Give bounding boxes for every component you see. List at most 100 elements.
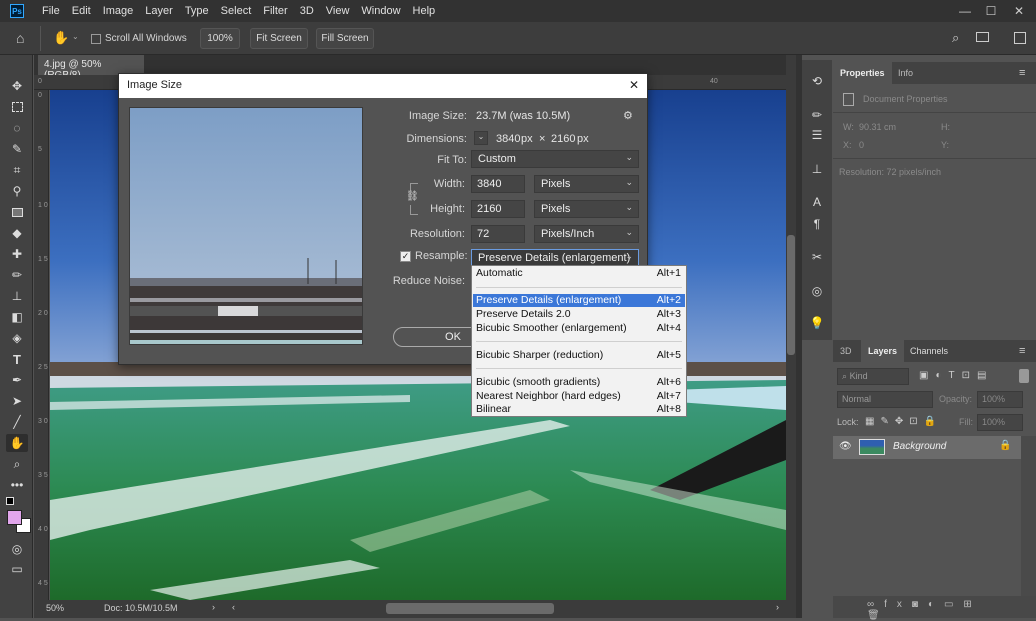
gear-icon[interactable]: ⚙	[623, 109, 633, 122]
hand-tool-icon[interactable]: ✋	[6, 434, 28, 452]
paragraph-icon[interactable]: ¶	[806, 215, 828, 233]
tab-properties[interactable]: Properties	[833, 62, 892, 84]
menu-edit[interactable]: Edit	[66, 5, 97, 17]
share-icon[interactable]	[1014, 32, 1026, 44]
scroll-thumb[interactable]	[787, 235, 795, 355]
brush-settings-icon[interactable]: ✏	[806, 106, 828, 124]
type-tool-icon[interactable]: T	[6, 350, 28, 368]
quick-mask-icon[interactable]: ◎	[6, 540, 28, 558]
width-unit-select[interactable]: Pixels ⌄	[534, 175, 639, 193]
minimize-icon[interactable]: —	[954, 0, 976, 22]
document-tab[interactable]: 4.jpg @ 50% (RGB/8)	[38, 55, 144, 81]
resolution-unit-select[interactable]: Pixels/Inch ⌄	[534, 225, 639, 243]
chevron-right-icon[interactable]: ›	[776, 602, 779, 612]
close-icon[interactable]: ✕	[629, 78, 639, 92]
chevron-down-icon[interactable]: ⌄	[72, 32, 79, 41]
line-tool-icon[interactable]: ╱	[6, 413, 28, 431]
clone-source-icon[interactable]: ⊥	[806, 160, 828, 178]
resample-option-preserve-details[interactable]: Preserve Details (enlargement) Alt+2	[473, 294, 685, 307]
pen-tool-icon[interactable]: ✒	[6, 371, 28, 389]
scroll-all-windows-checkbox[interactable]	[91, 33, 101, 45]
vertical-scrollbar[interactable]	[786, 55, 796, 600]
layer-name[interactable]: Background	[893, 441, 946, 452]
marquee-tool-icon[interactable]	[6, 98, 28, 116]
glyphs-icon[interactable]: ◎	[806, 282, 828, 300]
workspace-icon[interactable]	[976, 32, 989, 42]
stamp-tool-icon[interactable]: ⊥	[6, 287, 28, 305]
blend-mode-select[interactable]: Normal	[837, 391, 933, 408]
lock-icons[interactable]: ▦✎✥⊡🔒	[865, 416, 942, 427]
resample-option-automatic[interactable]: Automatic Alt+1	[473, 267, 685, 280]
tab-channels[interactable]: Channels	[903, 340, 955, 362]
resolution-input[interactable]: 72	[471, 225, 525, 243]
character-icon[interactable]: A	[806, 193, 828, 211]
menu-view[interactable]: View	[320, 5, 356, 17]
dodge-tool-icon[interactable]: ◈	[6, 329, 28, 347]
resample-option-bilinear[interactable]: Bilinear Alt+8	[473, 403, 685, 416]
foreground-color-swatch[interactable]	[7, 510, 22, 525]
height-input[interactable]: 2160	[471, 200, 525, 218]
tab-layers[interactable]: Layers	[861, 340, 905, 362]
lasso-tool-icon[interactable]: ◌	[6, 119, 28, 137]
brush-tool-icon[interactable]: ✏	[6, 266, 28, 284]
learn-icon[interactable]: 💡	[806, 314, 828, 332]
history-icon[interactable]: ⟲	[806, 72, 828, 90]
menu-layer[interactable]: Layer	[139, 5, 179, 17]
eye-icon[interactable]: 👁	[839, 441, 852, 452]
layer-filter-icons[interactable]: ▣◐T⊡▤	[919, 370, 993, 381]
crop-tool-icon[interactable]: ⌗	[6, 161, 28, 179]
resample-option-bicubic-sharper[interactable]: Bicubic Sharper (reduction) Alt+5	[473, 349, 685, 362]
resample-option-preserve-details-2[interactable]: Preserve Details 2.0 Alt+3	[473, 308, 685, 321]
layers-scrollbar[interactable]	[1021, 436, 1036, 596]
hand-tool-icon[interactable]: ✋	[53, 30, 69, 46]
opacity-input[interactable]: 100%	[977, 391, 1023, 408]
filter-toggle-icon[interactable]	[1019, 369, 1029, 383]
paint-bucket-icon[interactable]: ◆	[6, 224, 28, 242]
tab-3d[interactable]: 3D	[833, 340, 859, 362]
home-icon[interactable]: ⌂	[16, 30, 24, 46]
screen-mode-icon[interactable]: ▭	[6, 560, 28, 578]
menu-select[interactable]: Select	[215, 5, 258, 17]
layer-row-background[interactable]: 👁 Background 🔒	[833, 436, 1021, 459]
quick-select-tool-icon[interactable]: ✎	[6, 140, 28, 158]
frame-tool-icon[interactable]	[6, 203, 28, 221]
panel-menu-icon[interactable]: ≡	[1019, 67, 1025, 79]
resample-checkbox[interactable]: ✓	[400, 251, 411, 262]
fill-screen-button[interactable]: Fill Screen	[316, 28, 374, 49]
panel-menu-icon[interactable]: ≡	[1019, 345, 1025, 357]
eyedropper-tool-icon[interactable]: ⚲	[6, 182, 28, 200]
fit-screen-button[interactable]: Fit Screen	[250, 28, 308, 49]
chevron-left-icon[interactable]: ‹	[232, 602, 235, 612]
layer-filter-kind[interactable]: ⌕ Kind	[837, 368, 909, 385]
resample-option-bicubic[interactable]: Bicubic (smooth gradients) Alt+6	[473, 376, 685, 389]
resample-option-bicubic-smoother[interactable]: Bicubic Smoother (enlargement) Alt+4	[473, 322, 685, 335]
height-unit-select[interactable]: Pixels ⌄	[534, 200, 639, 218]
search-icon[interactable]: ⌕	[952, 30, 959, 46]
more-tools-icon[interactable]: •••	[6, 476, 28, 494]
zoom-100-button[interactable]: 100%	[200, 28, 240, 49]
menu-filter[interactable]: Filter	[257, 5, 293, 17]
fill-input[interactable]: 100%	[977, 414, 1023, 431]
fit-to-select[interactable]: Custom ⌄	[471, 150, 639, 168]
resample-option-nearest-neighbor[interactable]: Nearest Neighbor (hard edges) Alt+7	[473, 390, 685, 403]
zoom-tool-icon[interactable]: ⌕	[6, 455, 28, 473]
menu-3d[interactable]: 3D	[294, 5, 320, 17]
menu-file[interactable]: File	[36, 5, 66, 17]
tab-info[interactable]: Info	[891, 62, 920, 84]
healing-brush-icon[interactable]: ✚	[6, 245, 28, 263]
menu-image[interactable]: Image	[97, 5, 140, 17]
tool-presets-icon[interactable]: ✂	[806, 248, 828, 266]
menu-window[interactable]: Window	[355, 5, 406, 17]
adjustments-icon[interactable]: ☰	[806, 126, 828, 144]
horizontal-scroll-thumb[interactable]	[386, 603, 554, 614]
chevron-right-icon[interactable]: ›	[212, 602, 215, 612]
move-tool-icon[interactable]: ✥	[6, 77, 28, 95]
menu-help[interactable]: Help	[407, 5, 442, 17]
layer-actions-bar[interactable]: ∞fx◙◐▭⊞🗑	[833, 596, 1036, 621]
eraser-tool-icon[interactable]: ◧	[6, 308, 28, 326]
dimensions-dropdown-icon[interactable]: ⌄	[474, 131, 488, 145]
menu-type[interactable]: Type	[179, 5, 215, 17]
zoom-level[interactable]: 50%	[46, 603, 64, 613]
path-select-icon[interactable]: ➤	[6, 392, 28, 410]
maximize-icon[interactable]: ☐	[980, 0, 1002, 22]
